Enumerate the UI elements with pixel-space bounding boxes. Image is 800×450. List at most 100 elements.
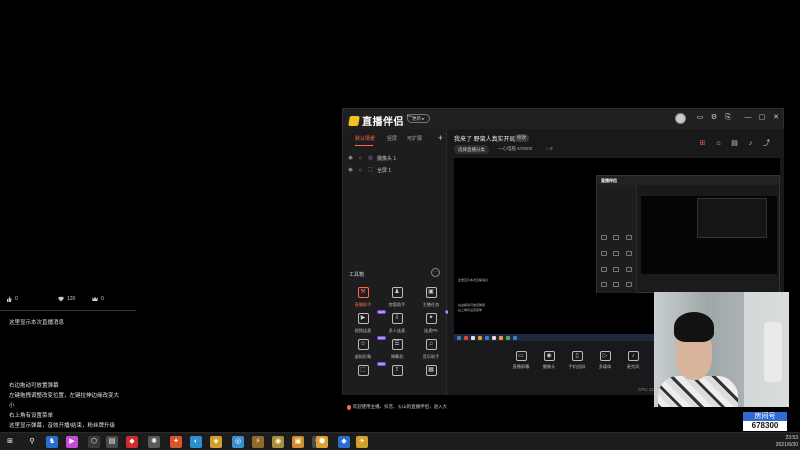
tool-item[interactable]: ♟ 房管助手 xyxy=(380,287,414,313)
taskbar-app-icon[interactable]: ◎ xyxy=(232,436,244,448)
bell-icon[interactable]: ♪ xyxy=(746,139,755,148)
bottom-tool[interactable]: ▭ 直播屏幕 xyxy=(506,351,536,370)
bottom-tool-icon: ◉ xyxy=(543,351,555,361)
nested-capture: 直播伴侣 xyxy=(596,175,780,293)
update-button[interactable]: 更新 ▸ xyxy=(407,114,430,123)
eye-icon[interactable]: ◉ xyxy=(347,167,354,173)
user-avatar[interactable] xyxy=(675,113,686,124)
taskbar-app-icon[interactable]: ♞ xyxy=(46,436,58,448)
taskbar-app-icon[interactable]: ▶ xyxy=(66,436,78,448)
tool-icon: ⬚ xyxy=(357,365,369,376)
tab-default-scene[interactable]: 默认场景 xyxy=(355,135,375,142)
close-button[interactable]: ✕ xyxy=(771,113,781,123)
taskbar-app-icon[interactable]: ⚲ xyxy=(26,436,38,448)
notice-dot-icon xyxy=(347,404,351,410)
taskbar-app-icon[interactable]: ⬡ xyxy=(88,436,100,448)
tool-item[interactable]: ▦ xyxy=(414,365,448,391)
tool-icon: ♫ xyxy=(425,339,437,350)
tab-vertical[interactable]: 竖屏 xyxy=(387,135,397,142)
taskbar-app-icon[interactable]: ▣ xyxy=(292,436,304,448)
share-icon[interactable]: ⤴ xyxy=(762,139,771,148)
tool-icon: ▦ xyxy=(425,365,437,376)
category-select[interactable]: 选择直播分类 xyxy=(454,145,489,154)
taskbar-app-icon[interactable]: ✦ xyxy=(170,436,182,448)
bottom-tool[interactable]: ◉ 摄像头 xyxy=(534,351,564,370)
taskbar-app-icon[interactable]: ⚡ xyxy=(252,436,264,448)
tab-extensible[interactable]: 可扩展 xyxy=(407,135,422,142)
bottom-tool[interactable]: ▯ 手机投屏 xyxy=(562,351,592,370)
mini-chat: 这里显示本次直播消息 右边拖动可放置弹幕 右上角有设置菜单 xyxy=(458,278,518,313)
clock-date: 2021/6/30 xyxy=(775,442,798,448)
taskbar-app-icon[interactable]: ◉ xyxy=(272,436,284,448)
bottom-tool[interactable]: ▷ 多媒体 xyxy=(590,351,620,370)
chat-top-message: 这里显示本次直播消息 xyxy=(9,320,65,326)
lock-icon[interactable]: ⌂ xyxy=(714,139,723,148)
crown-count: 0 xyxy=(101,296,104,302)
add-scene-button[interactable]: + xyxy=(438,133,443,143)
eye-icon[interactable]: ◉ xyxy=(347,155,354,161)
taskbar-app-icon[interactable]: ◈ xyxy=(210,436,222,448)
gift-icon[interactable]: ⊞ xyxy=(698,139,707,148)
logo-mark-icon xyxy=(348,115,360,126)
bottom-tool[interactable]: ♪ 麦克风 xyxy=(618,351,648,370)
chat-message: 小 xyxy=(9,403,15,409)
taskbar-app-icon[interactable]: ✺ xyxy=(148,436,160,448)
screen-icon[interactable]: ▤ xyxy=(730,139,739,148)
thumb-icon xyxy=(6,296,12,302)
chat-message: 这里显示弹幕，音效开播/结束，粉丝牌升级 xyxy=(9,423,116,429)
tool-item[interactable]: NEW ⬚ xyxy=(346,362,386,391)
chat-message: 右上角有设置菜单 xyxy=(9,413,54,419)
source-label: 摄像头 1 xyxy=(377,155,397,162)
hearts-count: 120 xyxy=(67,296,76,302)
tool-item[interactable]: NEW ▶ 视频连麦 xyxy=(346,310,386,339)
taskbar-app-icon[interactable]: ▤ xyxy=(106,436,118,448)
source-item-camera[interactable]: ◉ ⌂ ◎ 摄像头 1 xyxy=(347,153,443,163)
chat-stats: 0 120 0 xyxy=(6,296,136,308)
lock-icon[interactable]: ⌂ xyxy=(357,155,364,161)
windows-taskbar: ⊞⚲♞▶⬡▤◆✺✦◐◈◎⚡◉▣✿⬢◆☀ 23:53 2021/6/30 xyxy=(0,432,800,450)
tool-label: 视频连麦 xyxy=(354,328,372,333)
chat-divider xyxy=(0,310,136,311)
tool-item[interactable]: NEW ☺ 虚拟形象 xyxy=(346,336,386,365)
minimize-button[interactable]: — xyxy=(743,113,753,123)
tool-label: 音乐助手 xyxy=(422,354,440,359)
stream-title: 我来了 野蛮人真实开局 xyxy=(454,137,516,143)
nested-logo: 直播伴侣 xyxy=(601,178,617,183)
taskbar-app-icon[interactable]: ⊞ xyxy=(4,436,16,448)
tool-item[interactable]: ☰ 弹幕机 xyxy=(380,339,414,365)
settings-icon[interactable]: ⚙ xyxy=(709,113,719,123)
tool-label: 虚拟形象 xyxy=(354,354,372,359)
crown-icon xyxy=(92,296,98,302)
toolbox-title: 工具箱 xyxy=(349,272,365,278)
bottom-tool-icon: ▯ xyxy=(571,351,583,361)
likes-value: 0 xyxy=(549,146,553,151)
lock-icon[interactable]: ⌂ xyxy=(357,167,364,173)
toolbox-more-button[interactable]: ··· xyxy=(431,268,440,277)
bottom-tool-label: 手机投屏 xyxy=(568,364,586,369)
hearts-stat: 120 xyxy=(58,296,75,302)
taskbar-app-icon[interactable]: ☀ xyxy=(356,436,368,448)
taskbar-app-icon[interactable]: ◆ xyxy=(126,436,138,448)
tool-label: 连麦PK xyxy=(424,328,438,333)
clip-icon[interactable]: ⎘ xyxy=(723,113,733,123)
edit-title-button[interactable]: 修改 xyxy=(514,134,529,142)
scene-sidebar: 默认场景 竖屏 可扩展 + ◉ ⌂ ◎ 摄像头 1 ◉ ⌂ ⛶ 全屏 1 工具箱… xyxy=(343,129,454,410)
tool-item[interactable]: ⚒ 直播助手 xyxy=(346,287,380,313)
title-bar: 直播伴侣 PC 更新 ▸ ▭ ⚙ ⎘ — ▢ ✕ xyxy=(343,109,783,129)
screen-icon[interactable]: ▭ xyxy=(695,113,705,123)
taskbar-app-icon[interactable]: ◐ xyxy=(190,436,202,448)
likes-count: 0 xyxy=(15,296,18,302)
maximize-button[interactable]: ▢ xyxy=(757,113,767,123)
likes-count: ⌂ 0 xyxy=(546,146,553,151)
tool-icon: ⇩ xyxy=(391,313,403,324)
tool-item[interactable]: ▣ 主播任务 xyxy=(414,287,448,313)
clock[interactable]: 23:53 2021/6/30 xyxy=(768,435,798,449)
tool-item[interactable]: ⇩ 多人连麦 xyxy=(380,313,414,339)
taskbar-app-icon[interactable]: ⬢ xyxy=(316,436,328,448)
tool-item[interactable]: ⇪ xyxy=(380,365,414,391)
source-item-fullscreen[interactable]: ◉ ⌂ ⛶ 全屏 1 xyxy=(347,165,443,175)
tool-icon: ⇪ xyxy=(391,365,403,376)
taskbar-app-icon[interactable]: ◆ xyxy=(338,436,350,448)
tool-item[interactable]: NEW✦连麦PK xyxy=(414,310,454,339)
tool-item[interactable]: ♫ 音乐助手 xyxy=(414,339,448,365)
